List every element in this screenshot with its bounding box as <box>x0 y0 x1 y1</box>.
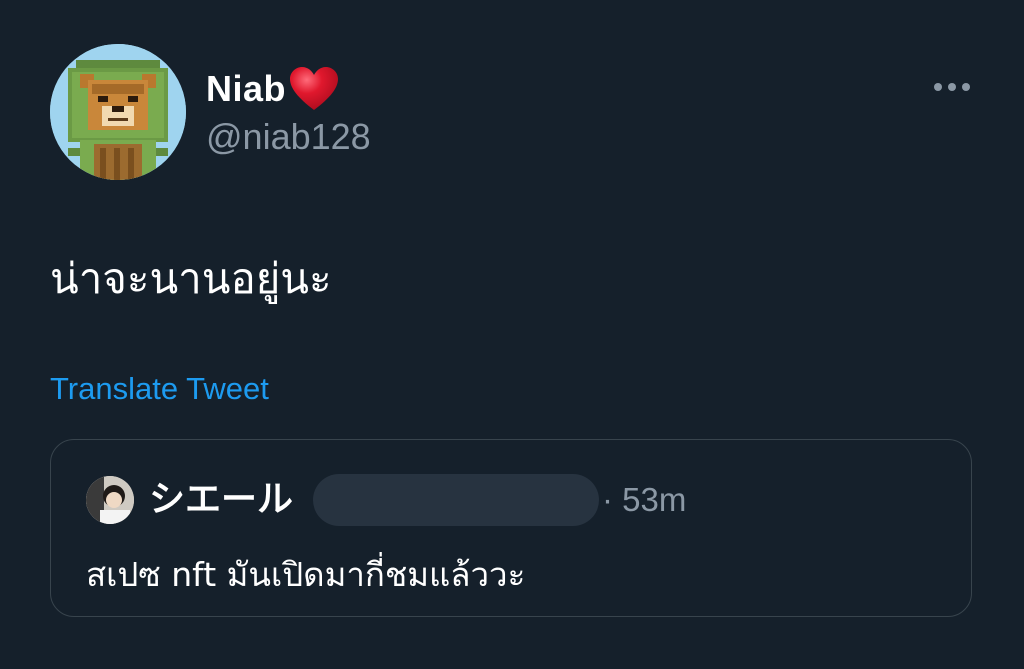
quoted-tweet-text: สเปซ nft มันเปิดมากี่ชมแล้ววะ <box>86 555 526 594</box>
pixel-lion-avatar <box>50 44 186 180</box>
translate-tweet-link[interactable]: Translate Tweet <box>50 371 269 407</box>
author-avatar[interactable] <box>50 44 186 180</box>
heart-icon <box>288 66 340 112</box>
author-handle[interactable]: @niab128 <box>206 116 371 158</box>
tweet-detail: Niab @niab128 น่าจะนานอยู่นะ Translate T… <box>0 0 1024 669</box>
author-name-row[interactable]: Niab <box>206 64 340 114</box>
tweet-text: น่าจะนานอยู่นะ <box>50 254 332 303</box>
more-options-button[interactable] <box>928 72 976 102</box>
quoted-tweet-card[interactable]: シエール · 53m สเปซ nft มันเปิดมากี่ชมแล้ววะ <box>50 439 972 617</box>
time-value: 53m <box>622 481 687 518</box>
redacted-handle <box>313 474 599 526</box>
quoted-author-avatar[interactable] <box>86 476 134 524</box>
user-avatar <box>86 476 134 524</box>
quoted-author-name[interactable]: シエール <box>149 476 293 524</box>
time-separator: · <box>602 481 613 518</box>
more-horizontal-icon <box>934 83 970 91</box>
author-display-name[interactable]: Niab <box>206 68 286 110</box>
quoted-tweet-time[interactable]: · 53m <box>602 476 686 524</box>
